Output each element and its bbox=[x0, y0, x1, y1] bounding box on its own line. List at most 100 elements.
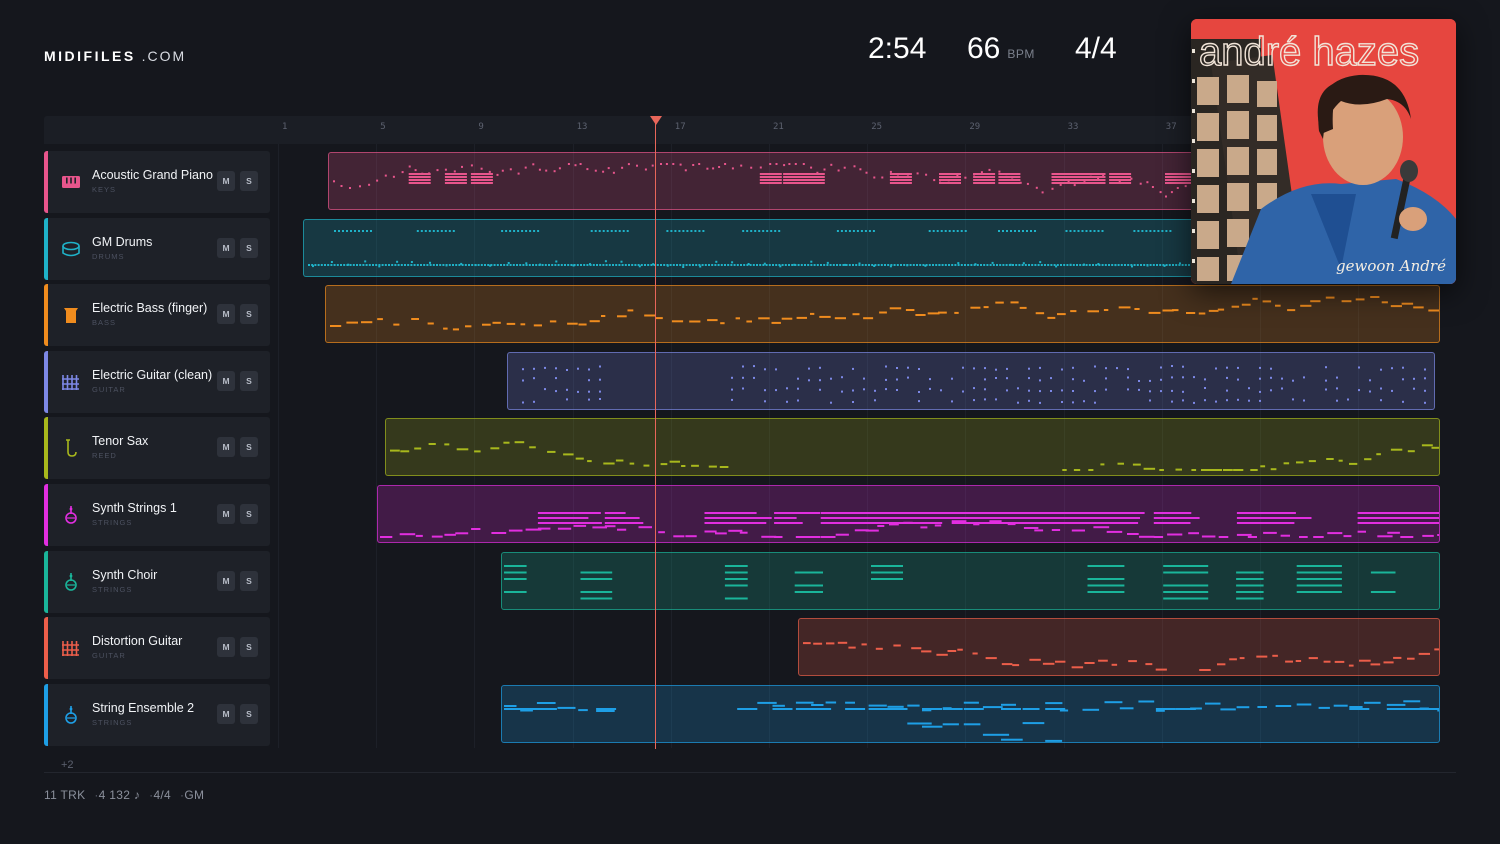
mute-button[interactable]: M bbox=[217, 637, 235, 658]
track-color-stripe bbox=[44, 550, 48, 613]
mute-button[interactable]: M bbox=[217, 437, 235, 458]
ruler-bar-label: 29 bbox=[969, 122, 981, 132]
album-title-text: gewoon André bbox=[1336, 257, 1446, 275]
solo-button[interactable]: S bbox=[240, 570, 258, 591]
track-color-stripe bbox=[44, 484, 48, 546]
track-color-stripe bbox=[44, 417, 48, 480]
midi-clip[interactable] bbox=[385, 418, 1440, 477]
track-category: BASS bbox=[92, 318, 117, 328]
midi-clip[interactable] bbox=[501, 551, 1440, 610]
track-color-stripe bbox=[44, 217, 48, 280]
solo-button[interactable]: S bbox=[240, 370, 258, 391]
track-header[interactable]: Electric Guitar (clean) GUITAR M S bbox=[44, 350, 270, 413]
guitar-icon bbox=[60, 371, 82, 393]
ruler-bar-label: 21 bbox=[773, 122, 784, 132]
track-header[interactable]: Tenor Sax REED M S bbox=[44, 417, 270, 480]
track-header[interactable]: Electric Bass (finger) BASS M S bbox=[44, 284, 270, 347]
midi-clip[interactable] bbox=[325, 285, 1440, 344]
ruler-bar-label: 1 bbox=[282, 122, 288, 132]
piano-icon bbox=[60, 171, 82, 193]
track-name: Synth Strings 1 bbox=[92, 501, 177, 515]
mute-button[interactable]: M bbox=[217, 370, 235, 391]
track-header[interactable]: Acoustic Grand Piano KEYS M S bbox=[44, 151, 270, 213]
solo-button[interactable]: S bbox=[240, 703, 258, 724]
track-color-stripe bbox=[44, 151, 48, 213]
track-name: Electric Bass (finger) bbox=[92, 301, 208, 316]
ruler-bar-label: 33 bbox=[1067, 122, 1079, 132]
midi-clip[interactable] bbox=[377, 485, 1440, 543]
track-header[interactable]: Synth Strings 1 STRINGS M S bbox=[44, 484, 270, 546]
track-header[interactable]: Synth Choir STRINGS M S bbox=[44, 550, 270, 613]
track-color-stripe bbox=[44, 284, 48, 347]
playhead[interactable] bbox=[655, 122, 656, 749]
track-category: GUITAR bbox=[92, 384, 126, 394]
mute-button[interactable]: M bbox=[217, 171, 235, 191]
track-name: Acoustic Grand Piano bbox=[92, 168, 213, 182]
drum-icon bbox=[60, 238, 82, 260]
solo-button[interactable]: S bbox=[240, 237, 258, 258]
ruler-bar-label: 13 bbox=[576, 122, 588, 132]
track-name: Tenor Sax bbox=[92, 434, 149, 449]
mute-button[interactable]: M bbox=[217, 304, 235, 325]
ruler-bar-label: 25 bbox=[871, 122, 883, 132]
tempo-unit: BPM bbox=[1007, 47, 1035, 61]
track-header[interactable]: Distortion Guitar GUITAR M S bbox=[44, 617, 270, 680]
note-count: 4 132 ♪ bbox=[98, 788, 141, 802]
track-color-stripe bbox=[44, 350, 48, 413]
footer-stats: 11 TRK ·4 132 ♪ ·4/4 ·GM bbox=[44, 788, 205, 802]
brand-logo: MIDIFILES .COM bbox=[44, 48, 186, 64]
track-name: Synth Choir bbox=[92, 567, 158, 582]
mute-button[interactable]: M bbox=[217, 703, 235, 724]
solo-button[interactable]: S bbox=[240, 171, 258, 191]
track-header[interactable]: GM Drums DRUMS M S bbox=[44, 217, 270, 280]
track-category: REED bbox=[92, 451, 117, 461]
solo-button[interactable]: S bbox=[240, 437, 258, 458]
track-count: 11 TRK bbox=[44, 788, 86, 802]
solo-button[interactable]: S bbox=[240, 637, 258, 658]
mute-button[interactable]: M bbox=[217, 237, 235, 258]
album-cover-art: andré hazes gewoon André bbox=[1191, 19, 1456, 284]
brand-name: MIDIFILES bbox=[44, 48, 136, 64]
track-category: STRINGS bbox=[92, 717, 133, 727]
guitar-icon bbox=[60, 637, 82, 659]
track-category: GUITAR bbox=[92, 651, 126, 661]
playhead-handle[interactable] bbox=[650, 116, 662, 125]
midi-clip[interactable] bbox=[328, 152, 1228, 210]
grid-line bbox=[278, 144, 279, 748]
duration-display: 2:54 bbox=[868, 32, 927, 65]
footer-divider bbox=[44, 772, 1456, 773]
bass-icon bbox=[60, 304, 82, 326]
track-category: STRINGS bbox=[92, 518, 133, 527]
sax-icon bbox=[60, 437, 82, 459]
midi-standard: GM bbox=[184, 788, 205, 802]
ruler-bar-label: 5 bbox=[380, 122, 386, 132]
track-header[interactable]: String Ensemble 2 STRINGS M S bbox=[44, 683, 270, 746]
midi-clip[interactable] bbox=[798, 618, 1440, 677]
more-tracks-indicator[interactable]: +2 bbox=[61, 759, 74, 771]
solo-button[interactable]: S bbox=[240, 304, 258, 325]
midi-clip[interactable] bbox=[507, 351, 1435, 410]
time-signature-display: 4/4 bbox=[1075, 32, 1117, 65]
track-category: STRINGS bbox=[92, 584, 133, 594]
footer-time-signature: 4/4 bbox=[153, 788, 172, 802]
tempo-value: 66 bbox=[967, 32, 1001, 65]
midi-clip[interactable] bbox=[303, 218, 1228, 277]
track-color-stripe bbox=[44, 683, 48, 746]
midi-clip[interactable] bbox=[501, 684, 1440, 743]
album-artist-text: andré hazes bbox=[1199, 30, 1419, 74]
track-color-stripe bbox=[44, 617, 48, 680]
ruler-bar-label: 9 bbox=[478, 122, 484, 132]
track-name: Distortion Guitar bbox=[92, 634, 183, 649]
tempo-display: 66 BPM bbox=[967, 32, 1035, 66]
strings-icon bbox=[60, 504, 82, 526]
track-category: DRUMS bbox=[92, 251, 125, 261]
track-name: String Ensemble 2 bbox=[92, 700, 195, 715]
track-name: Electric Guitar (clean) bbox=[92, 367, 213, 382]
brand-suffix: .COM bbox=[141, 48, 187, 64]
mute-button[interactable]: M bbox=[217, 504, 235, 524]
ruler-bar-label: 17 bbox=[674, 122, 686, 132]
track-name: GM Drums bbox=[92, 234, 153, 249]
ruler-bar-label: 37 bbox=[1165, 122, 1177, 132]
solo-button[interactable]: S bbox=[240, 504, 258, 524]
mute-button[interactable]: M bbox=[217, 570, 235, 591]
